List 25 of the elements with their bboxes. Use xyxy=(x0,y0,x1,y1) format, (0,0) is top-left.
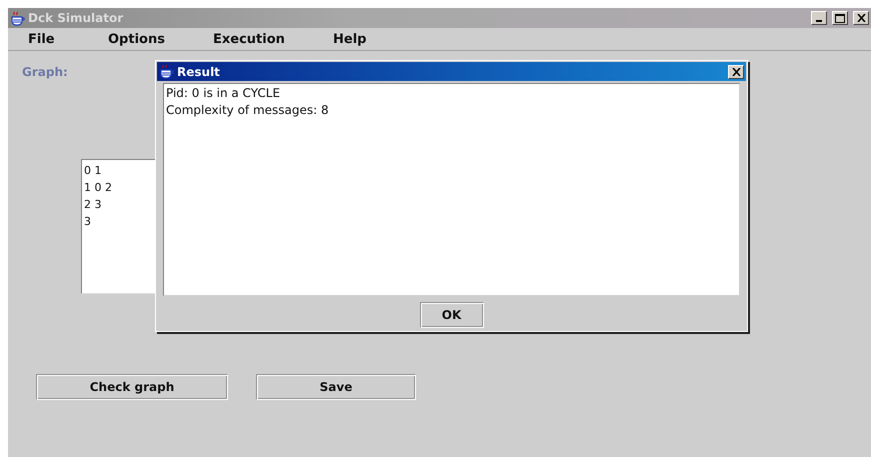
ok-button[interactable]: OK xyxy=(420,302,484,328)
maximize-button[interactable] xyxy=(832,11,848,25)
dialog-title: Result xyxy=(177,64,220,78)
coffee-cup-icon xyxy=(10,10,25,26)
text-line: 1 0 2 xyxy=(84,180,113,196)
coffee-cup-icon xyxy=(159,64,174,79)
text-line: 2 3 xyxy=(84,197,102,213)
menu-item[interactable]: File xyxy=(28,32,108,46)
menu-item[interactable]: Help xyxy=(333,32,393,46)
close-icon xyxy=(856,14,866,22)
maximize-icon xyxy=(835,14,845,22)
menu-item[interactable]: Execution xyxy=(213,32,333,46)
close-button[interactable] xyxy=(853,11,869,25)
close-icon xyxy=(732,68,740,76)
graph-label: Graph: xyxy=(22,65,68,79)
text-line: Complexity of messages: 8 xyxy=(166,102,330,119)
save-button[interactable]: Save xyxy=(256,374,416,400)
text-line: Pid: 0 is in a CYCLE xyxy=(166,85,282,102)
check-graph-button[interactable]: Check graph xyxy=(36,374,228,400)
text-line: 0 1 xyxy=(84,163,102,179)
minimize-button[interactable] xyxy=(811,11,827,25)
menu-item[interactable]: Options xyxy=(108,32,213,46)
close-button[interactable] xyxy=(728,64,744,78)
window-title: Dck Simulator xyxy=(28,11,124,25)
text-line: 3 xyxy=(84,214,92,230)
